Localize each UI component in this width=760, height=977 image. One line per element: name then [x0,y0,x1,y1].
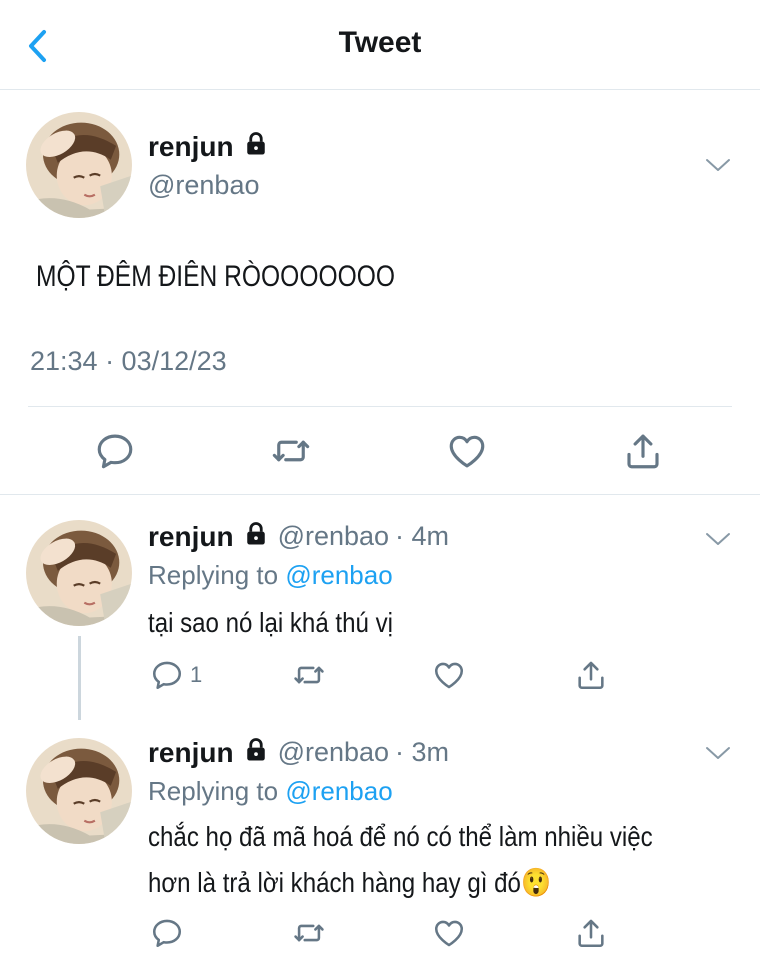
lock-icon [242,736,270,769]
section-divider [0,494,760,495]
avatar[interactable] [26,520,132,626]
reply-text: tại sao nó lại khá thú vị [148,600,750,646]
reply-icon[interactable] [150,916,190,950]
reply-time: · 3m [395,737,450,767]
reply-text-line: chắc họ đã mã hoá để nó có thể làm nhiều… [148,821,653,852]
author-name: renjun [148,520,234,552]
author-handle-row: @renbao [148,170,259,201]
caret-down-icon[interactable] [704,530,732,548]
tweet-text: MỘT ĐÊM ĐIÊN RÒOOOOOOO [36,260,396,293]
reply-text-line: tại sao nó lại khá thú vị [148,607,393,638]
avatar[interactable] [26,112,132,218]
avatar[interactable] [26,738,132,844]
retweet-icon[interactable] [270,430,312,472]
like-icon[interactable] [432,658,466,692]
author-name-row[interactable]: renjun @renbao · 4m [148,520,449,553]
author-name-row[interactable]: renjun [148,130,270,163]
reply-time: · 4m [395,521,450,551]
caret-down-icon[interactable] [704,156,732,174]
divider [28,406,732,407]
thread-line [78,636,81,720]
reply-tweet[interactable]: renjun @renbao · 3m Replying to @renbao … [0,720,760,977]
author-name-row[interactable]: renjun @renbao · 3m [148,736,449,769]
like-icon[interactable] [432,916,466,950]
replying-mention[interactable]: @renbao [285,776,392,806]
tweet-timestamp: 21:34 · 03/12/23 [30,346,227,376]
retweet-icon[interactable] [292,658,326,692]
author-name: renjun [148,130,234,162]
reply-icon[interactable] [94,430,136,472]
main-tweet: renjun @renbao MỘT ĐÊM ĐIÊN RÒOOOOOOO 21… [0,90,760,496]
reply-tweet[interactable]: renjun @renbao · 4m Replying to @renbao … [0,496,760,720]
page-title: Tweet [338,26,422,59]
lock-icon [242,130,270,163]
replying-mention[interactable]: @renbao [285,560,392,590]
author-handle: @renbao [277,737,390,767]
share-icon[interactable] [622,430,664,472]
reply-icon[interactable]: 1 [150,658,202,692]
tweet-actions [0,430,760,474]
reply-text: chắc họ đã mã hoá để nó có thể làm nhiều… [148,814,750,906]
top-bar: Tweet [0,0,760,90]
replying-prefix: Replying to [148,776,286,806]
author-handle: @renbao [277,521,390,551]
replying-to: Replying to @renbao [148,776,393,807]
lock-icon [242,520,270,553]
share-icon[interactable] [574,916,608,950]
retweet-icon[interactable] [292,916,326,950]
reply-text-line: hơn là trả lời khách hàng hay gì đó😲 [148,867,551,898]
reply-count: 1 [190,662,203,687]
caret-down-icon[interactable] [704,744,732,762]
like-icon[interactable] [446,430,488,472]
author-name: renjun [148,736,234,768]
replying-to: Replying to @renbao [148,560,393,591]
author-handle: @renbao [148,170,260,200]
share-icon[interactable] [574,658,608,692]
replying-prefix: Replying to [148,560,286,590]
